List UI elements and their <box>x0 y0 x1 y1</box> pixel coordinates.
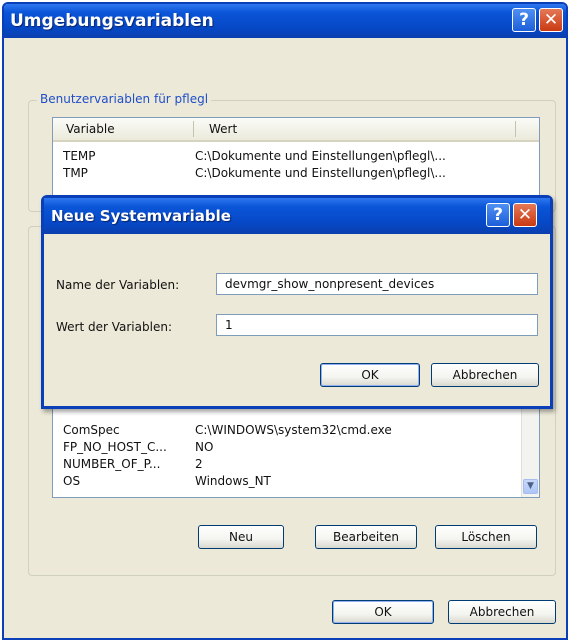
list-item[interactable]: TMP C:\Dokumente und Einstellungen\pfleg… <box>53 166 539 181</box>
list-item-variable: TEMP <box>63 149 96 163</box>
window-titlebar[interactable]: Umgebungsvariablen ? ✕ <box>4 4 566 38</box>
list-item[interactable]: NUMBER_OF_P... 2 <box>53 457 539 472</box>
column-header-variable[interactable]: Variable <box>66 122 115 136</box>
variable-name-label: Name der Variablen: <box>56 278 180 292</box>
list-item-value: C:\WINDOWS\system32\cmd.exe <box>195 423 392 437</box>
new-system-variable-dialog: Neue Systemvariable ? ✕ Name der Variabl… <box>41 195 553 409</box>
list-item-variable: NUMBER_OF_P... <box>63 457 161 471</box>
list-item-value: Windows_NT <box>195 474 271 488</box>
user-variables-group-label: Benutzervariablen für pflegl <box>37 92 212 106</box>
cancel-button[interactable]: Abbrechen <box>448 600 556 624</box>
help-icon: ? <box>519 10 529 30</box>
list-item-variable: ComSpec <box>63 423 120 437</box>
edit-variable-button[interactable]: Bearbeiten <box>315 525 417 549</box>
column-divider[interactable] <box>515 121 516 137</box>
list-item-variable: TMP <box>63 166 88 180</box>
list-item-value: 2 <box>195 457 203 471</box>
column-divider[interactable] <box>193 121 194 137</box>
variable-value-input[interactable]: 1 <box>216 314 538 336</box>
list-item-value: C:\Dokumente und Einstellungen\pflegl\..… <box>195 166 446 180</box>
column-header-value[interactable]: Wert <box>209 122 237 136</box>
dialog-help-button[interactable]: ? <box>486 203 510 227</box>
delete-variable-button[interactable]: Löschen <box>435 525 537 549</box>
dialog-title: Neue Systemvariable <box>51 207 231 225</box>
dialog-close-button[interactable]: ✕ <box>513 203 537 227</box>
dialog-ok-button[interactable]: OK <box>320 363 420 387</box>
dialog-cancel-button[interactable]: Abbrechen <box>431 363 539 387</box>
close-button[interactable]: ✕ <box>539 8 563 32</box>
list-item[interactable]: FP_NO_HOST_C... NO <box>53 440 539 455</box>
scroll-down-arrow-icon[interactable]: ▼ <box>523 479 538 494</box>
list-item[interactable]: TEMP C:\Dokumente und Einstellungen\pfle… <box>53 149 539 164</box>
list-item[interactable]: OS Windows_NT <box>53 474 539 489</box>
help-button[interactable]: ? <box>512 8 536 32</box>
help-icon: ? <box>493 205 503 225</box>
list-item-variable: OS <box>63 474 81 488</box>
list-item-value: C:\Dokumente und Einstellungen\pflegl\..… <box>195 149 446 163</box>
list-item[interactable]: ComSpec C:\WINDOWS\system32\cmd.exe <box>53 423 539 438</box>
list-item-value: NO <box>195 440 214 454</box>
variable-name-input[interactable]: devmgr_show_nonpresent_devices <box>216 273 538 295</box>
list-item-variable: FP_NO_HOST_C... <box>63 440 167 454</box>
variable-value-label: Wert der Variablen: <box>56 320 172 334</box>
new-variable-button[interactable]: Neu <box>198 525 284 549</box>
user-variables-list-header: Variable Wert <box>53 118 539 142</box>
dialog-titlebar[interactable]: Neue Systemvariable ? ✕ <box>44 198 550 234</box>
ok-button[interactable]: OK <box>332 600 434 624</box>
close-icon: ✕ <box>517 205 533 225</box>
user-variables-list[interactable]: Variable Wert TEMP C:\Dokumente und Eins… <box>52 117 540 199</box>
window-title: Umgebungsvariablen <box>10 11 214 31</box>
close-icon: ✕ <box>543 10 559 30</box>
